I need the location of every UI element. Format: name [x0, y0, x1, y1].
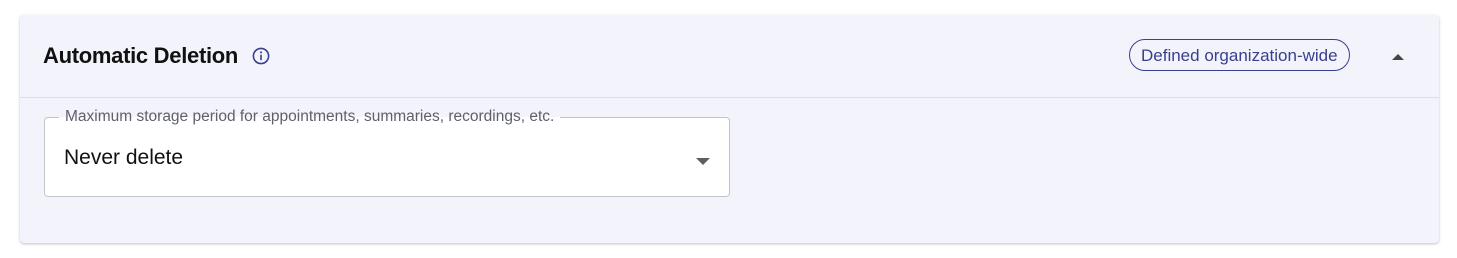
- storage-period-label: Maximum storage period for appointments,…: [59, 107, 561, 127]
- collapse-button[interactable]: [1384, 43, 1412, 71]
- info-icon[interactable]: [252, 47, 270, 65]
- organization-wide-badge: Defined organization-wide: [1129, 39, 1350, 71]
- automatic-deletion-panel: Automatic Deletion Defined organization-…: [20, 15, 1439, 243]
- panel-header[interactable]: Automatic Deletion Defined organization-…: [20, 15, 1439, 98]
- section-title: Automatic Deletion: [43, 43, 239, 68]
- caret-up-icon: [1392, 54, 1404, 60]
- storage-period-select[interactable]: Maximum storage period for appointments,…: [44, 107, 730, 197]
- storage-period-value: Never delete: [64, 146, 184, 169]
- caret-down-icon[interactable]: [695, 154, 711, 165]
